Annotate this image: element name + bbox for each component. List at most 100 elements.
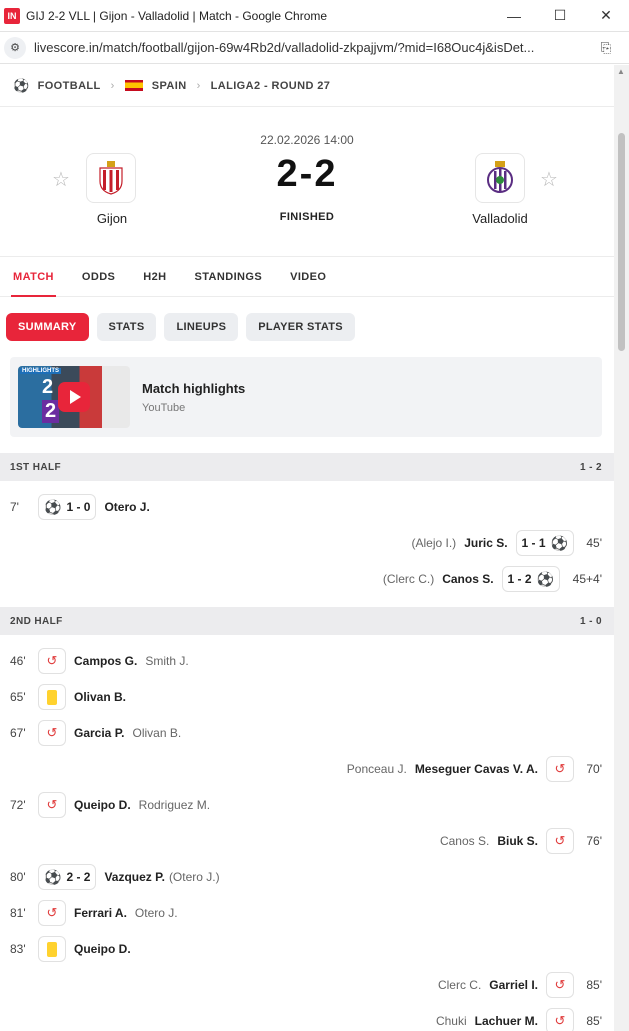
event-minute: 45' [586,536,602,550]
subtab-summary[interactable]: SUMMARY [6,313,89,341]
yellow-card-icon [47,941,57,957]
event-row: (Alejo I.) Juric S. 1 - 1 ⚽ 45' [0,525,614,561]
event-minute: 70' [586,762,602,776]
highlights-thumbnail[interactable]: HIGHLIGHTS 2 2 [18,366,130,428]
tab-h2h[interactable]: H2H [143,257,166,296]
goal-score: 1 - 1 [521,536,546,550]
breadcrumb: ⚽ FOOTBALL › SPAIN › LALIGA2 - ROUND 27 [0,65,614,107]
match-highlights-card[interactable]: HIGHLIGHTS 2 2 Match highlights YouTube [10,357,602,437]
event-row: 7' ⚽ 1 - 0 Otero J. [0,489,614,525]
event-player[interactable]: Otero J. [104,500,149,514]
event-row: 46' ↺ Campos G. Smith J. [0,643,614,679]
event-row: Canos S. Biuk S. ↺ 76' [0,823,614,859]
tab-odds[interactable]: ODDS [82,257,115,296]
event-player[interactable]: Queipo D. [74,798,131,812]
window-title: GIJ 2-2 VLL | Gijon - Valladolid | Match… [26,8,328,23]
tab-video[interactable]: VIDEO [290,257,326,296]
event-row: 72' ↺ Queipo D. Rodriguez M. [0,787,614,823]
event-minute: 85' [586,978,602,992]
event-minute: 72' [10,798,26,812]
close-icon[interactable]: ✕ [583,0,629,32]
subtab-lineups[interactable]: LINEUPS [164,313,239,341]
event-player[interactable]: Biuk S. [497,834,538,848]
breadcrumb-sport[interactable]: FOOTBALL [38,80,101,92]
event-row: Clerc C. Garriel I. ↺ 85' [0,967,614,1003]
goal-ball-icon: ⚽ [44,868,62,885]
event-player[interactable]: Campos G. [74,654,137,668]
breadcrumb-league[interactable]: LALIGA2 - ROUND 27 [211,80,331,92]
goal-badge: 1 - 1 ⚽ [515,530,574,556]
highlights-source: YouTube [142,401,186,414]
maximize-icon[interactable]: ☐ [537,0,583,32]
second-half-events: 46' ↺ Campos G. Smith J. 65' Olivan B. 6… [0,635,614,1031]
event-player[interactable]: Ferrari A. [74,906,127,920]
match-tabs: MATCH ODDS H2H STANDINGS VIDEO [0,257,614,297]
event-assist[interactable]: (Clerc C.) [383,572,434,586]
event-player-out[interactable]: Smith J. [145,654,188,668]
goal-ball-icon: ⚽ [536,570,554,587]
event-player-out[interactable]: Canos S. [440,834,489,848]
event-minute: 76' [586,834,602,848]
event-player[interactable]: Queipo D. [74,942,131,956]
goal-score: 1 - 0 [66,500,91,514]
substitution-badge: ↺ [38,720,66,746]
match-header: 22.02.2026 14:00 ☆ Gijon 2-2 FINISHED ☆ … [0,107,614,257]
substitution-badge: ↺ [38,792,66,818]
site-info-icon[interactable]: ⚙ [4,36,26,59]
event-player-out[interactable]: Clerc C. [438,978,481,992]
tab-match[interactable]: MATCH [11,257,56,297]
event-minute: 85' [586,1014,602,1028]
event-player-out[interactable]: Otero J. [135,906,178,920]
chevron-right-icon: › [196,79,201,92]
page-content: ⚽ FOOTBALL › SPAIN › LALIGA2 - ROUND 27 … [0,65,614,1031]
favorite-star-icon[interactable]: ☆ [540,167,558,192]
substitution-badge: ↺ [546,1008,574,1031]
event-minute: 65' [10,690,26,704]
event-player[interactable]: Garcia P. [74,726,124,740]
page-scrollbar[interactable]: ▲ [614,65,629,1031]
event-player-out[interactable]: Ponceau J. [347,762,407,776]
livescore-app-icon: IN [4,7,20,24]
away-team-crest[interactable] [475,153,525,203]
card-badge [38,684,66,710]
goal-score: 1 - 2 [507,572,532,586]
event-minute: 83' [10,942,26,956]
goal-badge: ⚽ 1 - 0 [38,494,97,520]
event-player[interactable]: Garriel I. [489,978,538,992]
highlights-title[interactable]: Match highlights [142,381,245,396]
event-player[interactable]: Lachuer M. [475,1014,538,1028]
scroll-up-arrow-icon[interactable]: ▲ [617,67,625,76]
valladolid-crest-icon [487,161,513,193]
event-row: Chuki Lachuer M. ↺ 85' [0,1003,614,1031]
card-badge [38,936,66,962]
install-app-icon[interactable]: ⎘ [593,37,619,59]
breadcrumb-country[interactable]: SPAIN [152,80,187,92]
event-assist[interactable]: (Otero J.) [169,870,220,884]
event-player-out[interactable]: Chuki [436,1014,467,1028]
event-player-out[interactable]: Rodriguez M. [139,798,210,812]
play-icon[interactable] [58,382,90,412]
event-player[interactable]: Canos S. [442,572,493,586]
away-team-name[interactable]: Valladolid [450,211,550,226]
subtab-stats[interactable]: STATS [96,313,157,341]
thumb-home-score: 2 [42,376,54,398]
event-player[interactable]: Vazquez P. [104,870,164,884]
event-player[interactable]: Meseguer Cavas V. A. [415,762,538,776]
minimize-icon[interactable]: — [491,0,537,32]
second-half-header: 2ND HALF 1 - 0 [0,607,614,635]
event-player-out[interactable]: Olivan B. [132,726,181,740]
address-bar[interactable]: ⚙ livescore.in/match/football/gijon-69w4… [0,32,629,64]
url-text[interactable]: livescore.in/match/football/gijon-69w4Rb… [34,40,593,55]
scrollbar-thumb[interactable] [618,133,625,351]
event-row: 83' Queipo D. [0,931,614,967]
event-player[interactable]: Olivan B. [74,690,126,704]
substitution-badge: ↺ [546,972,574,998]
event-player[interactable]: Juric S. [464,536,507,550]
spain-flag-icon [124,80,143,91]
event-assist[interactable]: (Alejo I.) [412,536,457,550]
event-minute: 67' [10,726,26,740]
tab-standings[interactable]: STANDINGS [195,257,263,296]
event-row: (Clerc C.) Canos S. 1 - 2 ⚽ 45+4' [0,561,614,597]
summary-subtabs: SUMMARY STATS LINEUPS PLAYER STATS [0,297,614,357]
subtab-player-stats[interactable]: PLAYER STATS [246,313,355,341]
